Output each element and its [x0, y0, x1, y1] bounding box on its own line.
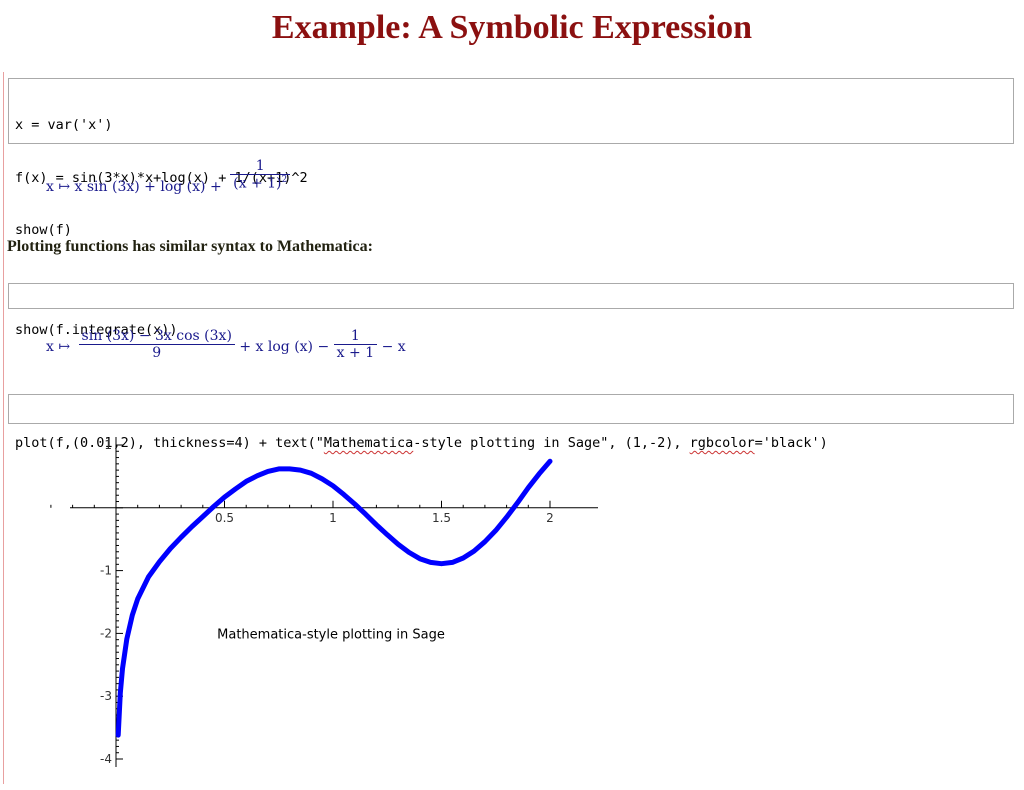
series-line: [115, 458, 553, 738]
y-tick-label: -2: [100, 626, 112, 640]
fraction: 1 x + 1: [333, 328, 378, 361]
expression-lhs: x ↦ x sin (3x) + log (x) +: [46, 178, 222, 195]
y-tick-label: -3: [100, 689, 112, 703]
x-tick-label: 1: [329, 511, 337, 525]
x-tick-label: 1.5: [432, 511, 451, 525]
code-cell-1[interactable]: x = var('x') f(x) = sin(3*x)*x+log(x) + …: [8, 78, 1014, 238]
output-expression: x ↦ x sin (3x) + log (x) + 1 (x + 1)2: [46, 158, 291, 195]
denominator-text: (x + 1): [233, 175, 282, 192]
fraction: sin (3x) − 3x cos (3x) 9: [78, 328, 235, 361]
page-title: Example: A Symbolic Expression: [271, 9, 753, 46]
code-cell-2[interactable]: show(f.integrate(x)): [8, 283, 1014, 338]
output-cell-1: x ↦ x sin (3x) + log (x) + 1 (x + 1)2: [8, 150, 1014, 218]
function-plot: 0.5 1 1.5 2 1 -1 -2 -3 -4 Mathematica-style plott…: [50, 437, 598, 767]
output-expression: x ↦ sin (3x) − 3x cos (3x) 9 + x log (x)…: [46, 328, 406, 361]
fraction-numerator: 1: [255, 158, 265, 174]
note-text: Plotting functions has similar syntax to…: [7, 238, 373, 255]
exponent: 2: [281, 175, 288, 185]
x-tick-label: 2: [546, 511, 554, 525]
plot-annotation: Mathematica-style plotting in Sage: [217, 627, 445, 642]
expression-middle: + x log (x) −: [239, 338, 330, 355]
code-segment: ='black'): [754, 435, 828, 451]
fraction-denominator: 9: [78, 344, 235, 361]
y-tick-label: 1: [104, 438, 112, 452]
output-cell-2: x ↦ sin (3x) − 3x cos (3x) 9 + x log (x)…: [8, 320, 1014, 380]
expression-suffix: − x: [381, 338, 406, 355]
code-line: show(f): [15, 222, 72, 238]
x-tick-label: 0.5: [215, 511, 234, 525]
fraction-numerator: 1: [350, 328, 360, 344]
code-cell-3[interactable]: plot(f,(0.01,2), thickness=4) + text("Ma…: [8, 394, 1014, 451]
fraction-numerator: sin (3x) − 3x cos (3x): [81, 328, 232, 344]
spellcheck-word: rgbcolor: [689, 435, 755, 451]
expression-prefix: x ↦: [46, 338, 71, 355]
y-tick-label: -1: [100, 564, 112, 578]
fraction-denominator: x + 1: [333, 344, 378, 361]
fraction-denominator: (x + 1)2: [230, 174, 291, 192]
fraction: 1 (x + 1)2: [230, 158, 291, 192]
y-tick-label: -4: [100, 752, 112, 766]
worksheet-left-rule: [3, 72, 4, 784]
code-line: x = var('x'): [15, 117, 113, 133]
